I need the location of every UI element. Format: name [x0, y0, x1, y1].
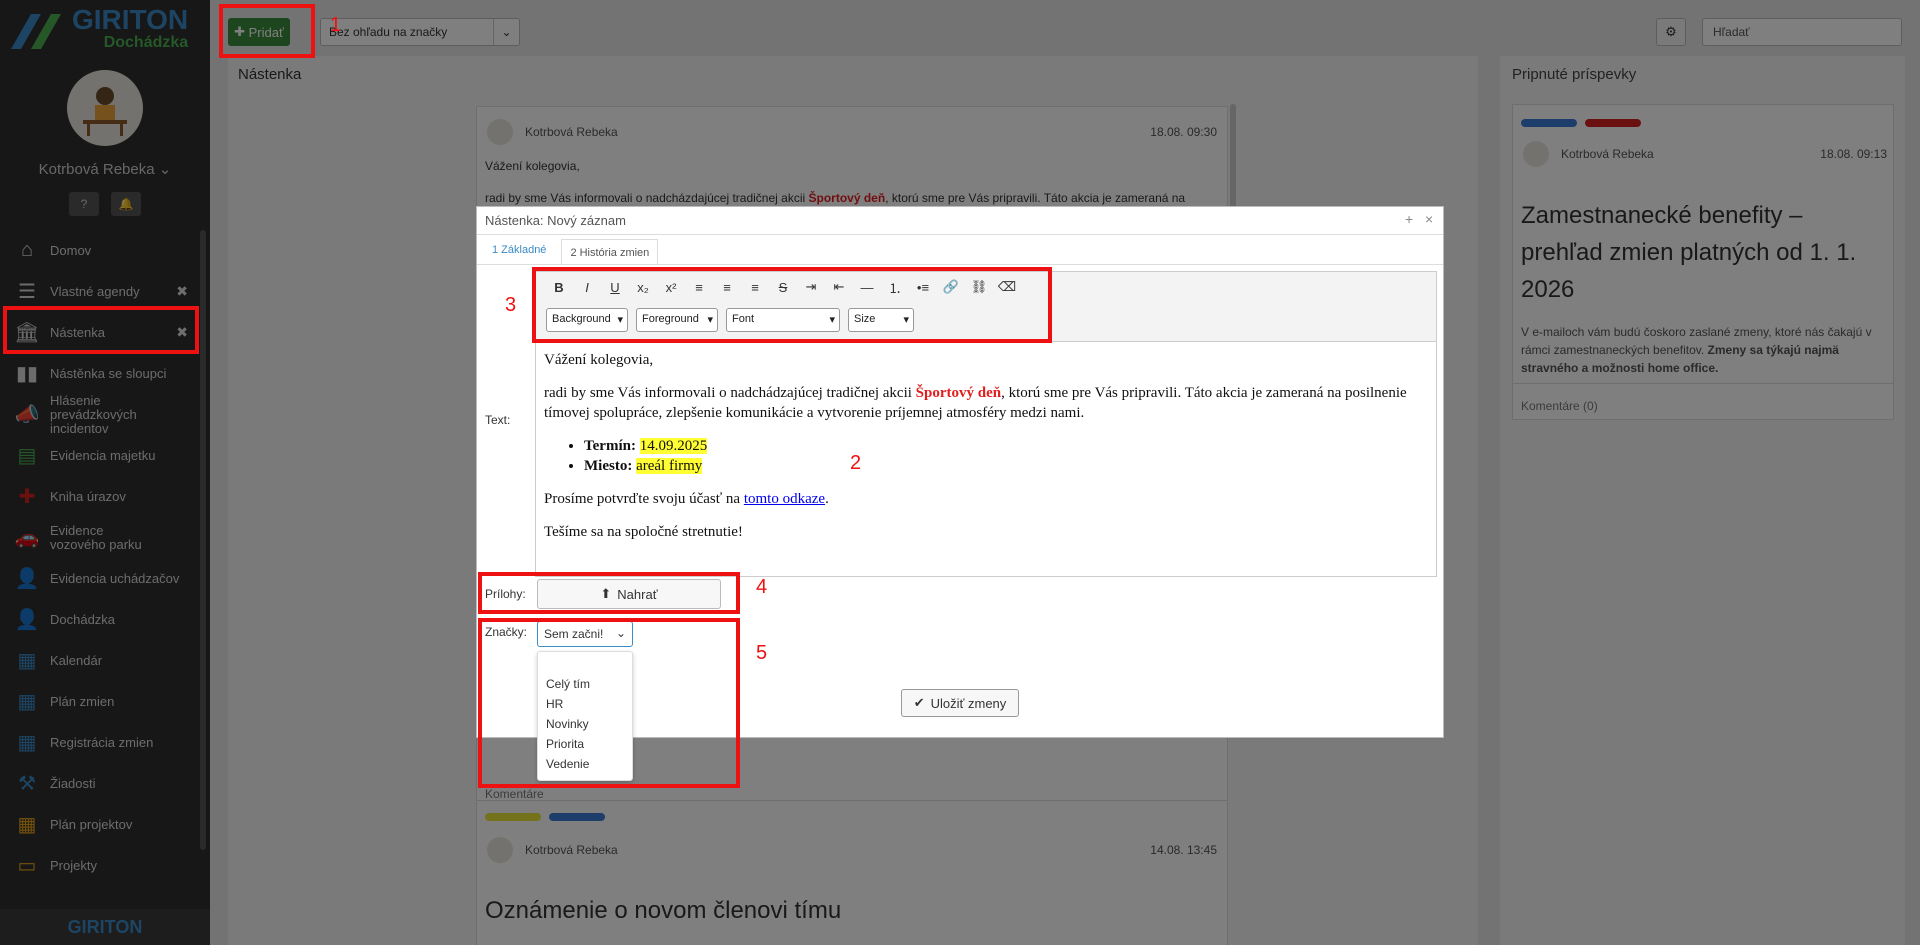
list-item: Termín: 14.09.2025 [584, 436, 1428, 456]
modal-header: Nástenka: Nový záznam + × [477, 207, 1443, 235]
annotation-box [219, 4, 315, 58]
modal-tabs: 1 Základné 2 História zmien [483, 235, 659, 265]
annotation-number: 2 [850, 452, 862, 474]
content-confirm: Prosíme potvrďte svoju účasť na tomto od… [544, 489, 1428, 509]
confirm-link[interactable]: tomto odkaze [744, 491, 825, 507]
content-text: radi by sme Vás informovali o nadchádzaj… [544, 385, 916, 401]
annotation-box [478, 618, 740, 788]
content-highlight: Športový deň [915, 385, 1002, 401]
annotation-number: 3 [505, 294, 517, 316]
text-label: Text: [485, 413, 511, 427]
modal-title: Nástenka: Nový záznam [485, 213, 626, 228]
annotation-box [532, 267, 1052, 343]
place-value: areál firmy [636, 458, 703, 474]
tab-zakladne[interactable]: 1 Základné [483, 235, 555, 265]
close-icon[interactable]: × [1425, 211, 1433, 227]
content-list: Termín: 14.09.2025 Miesto: areál firmy [584, 436, 1428, 476]
save-label: Uložiť zmeny [930, 695, 1007, 711]
tab-divider [477, 264, 1443, 265]
save-button[interactable]: ✔ Uložiť zmeny [901, 689, 1019, 717]
place-label: Miesto: [584, 458, 633, 474]
term-value: 14.09.2025 [639, 438, 708, 454]
annotation-number: 5 [756, 642, 768, 664]
annotation-box [478, 572, 740, 614]
confirm-text: Prosíme potvrďte svoju účasť na [544, 491, 744, 507]
annotation-box [3, 306, 199, 354]
confirm-end: . [825, 491, 829, 507]
editor-content[interactable]: Vážení kolegovia, radi by sme Vás inform… [536, 342, 1436, 563]
content-greeting: Vážení kolegovia, [544, 352, 654, 368]
tab-historia-zmien[interactable]: 2 História zmien [561, 239, 659, 265]
content-closing: Tešíme sa na spoločné stretnutie! [544, 524, 743, 540]
annotation-number: 1 [330, 14, 342, 36]
annotation-number: 4 [756, 576, 768, 598]
maximize-icon[interactable]: + [1405, 211, 1413, 227]
content-paragraph: radi by sme Vás informovali o nadchádzaj… [544, 383, 1428, 423]
list-item: Miesto: areál firmy [584, 456, 1428, 476]
check-icon: ✔ [913, 695, 925, 710]
term-label: Termín: [584, 438, 636, 454]
